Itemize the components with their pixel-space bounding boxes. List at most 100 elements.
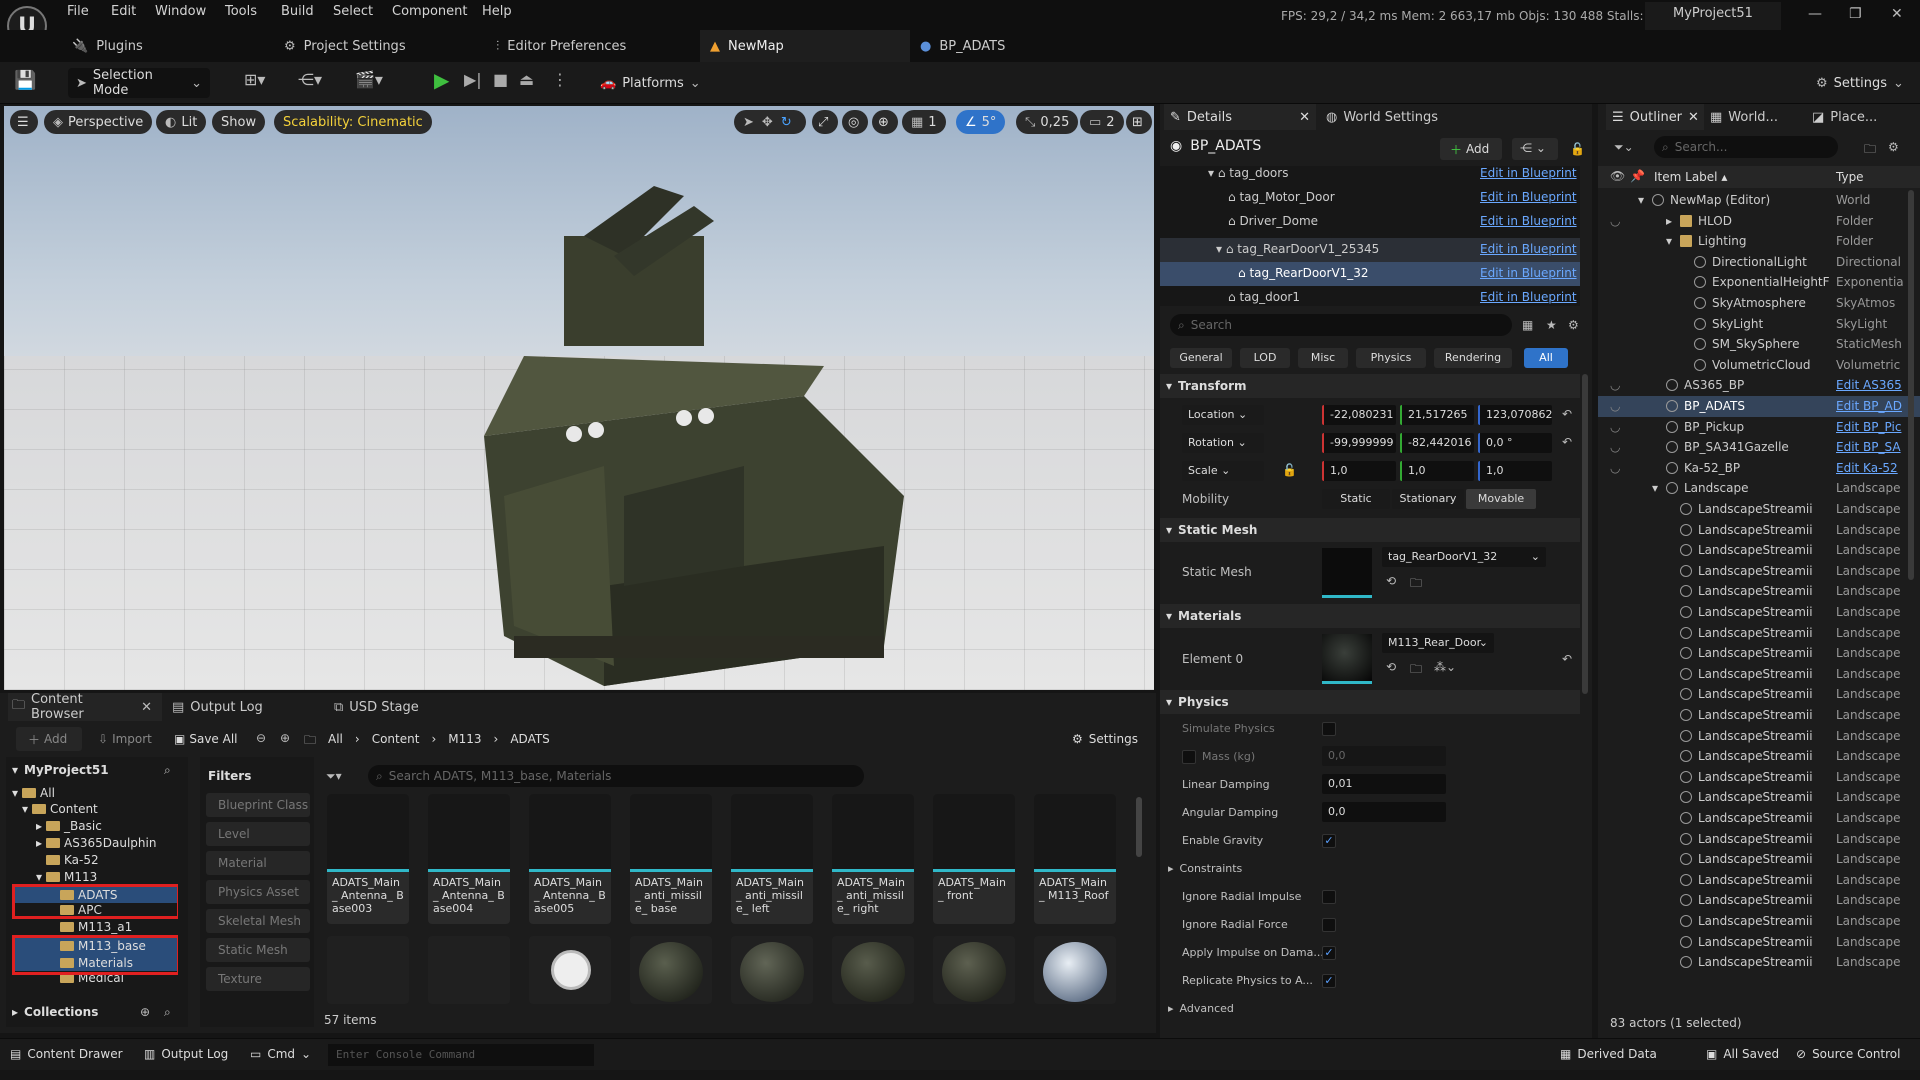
enable-gravity-checkbox[interactable]: ✓: [1322, 834, 1336, 848]
asset-tile[interactable]: ADATS_Main_ Antenna_ Base005: [529, 794, 611, 924]
edit-in-blueprint-link[interactable]: Edit in Blueprint: [1480, 290, 1577, 304]
col-type[interactable]: Type: [1836, 170, 1864, 184]
content-drawer-button[interactable]: ▤ Content Drawer: [10, 1047, 123, 1061]
outliner-row[interactable]: BP_Pickup Edit BP_Pic ◡: [1598, 417, 1920, 438]
tab-editor-preferences[interactable]: ⫶ Editor Preferences: [496, 30, 626, 62]
scale-icon[interactable]: ⤢: [812, 110, 838, 134]
menu-build[interactable]: Build: [281, 4, 314, 19]
outliner-row[interactable]: LandscapeStreamii Landscape: [1598, 746, 1920, 767]
asset-tile[interactable]: ADATS_Main_ front: [933, 794, 1015, 924]
filter-static-mesh[interactable]: Static Mesh: [206, 938, 310, 962]
menu-file[interactable]: File: [67, 4, 89, 19]
source-control-button[interactable]: ⊘ Source Control: [1796, 1047, 1900, 1061]
outliner-row[interactable]: LandscapeStreamii Landscape: [1598, 726, 1920, 747]
material-options-icon[interactable]: ⁂⌄: [1434, 660, 1456, 674]
tree-item-m113[interactable]: ▾ M113: [36, 870, 97, 884]
ignore-radial-force-checkbox[interactable]: [1322, 918, 1336, 932]
tab-plugins[interactable]: 🔌 Plugins: [72, 30, 143, 62]
tab-world-settings[interactable]: ◍ World Settings: [1326, 104, 1438, 130]
toolbar-settings-button[interactable]: ⚙ Settings ⌄: [1808, 68, 1912, 98]
tab-place-actors[interactable]: ◪ Place...: [1812, 104, 1877, 130]
filter-blueprint-class[interactable]: Blueprint Class: [206, 793, 310, 817]
static-mesh-thumbnail[interactable]: [1322, 548, 1372, 598]
location-y-field[interactable]: 21,517265: [1400, 405, 1474, 425]
edit-blueprint-link[interactable]: Edit AS365: [1836, 378, 1904, 392]
visibility-icon[interactable]: ◡: [1610, 399, 1620, 413]
visibility-icon[interactable]: ◡: [1610, 214, 1620, 228]
outliner-row[interactable]: LandscapeStreamii Landscape: [1598, 664, 1920, 685]
tree-item-ka52[interactable]: Ka-52: [46, 853, 99, 867]
collections-header[interactable]: ▸ Collections: [12, 1005, 98, 1019]
forward-icon[interactable]: ⊕: [280, 731, 290, 745]
replicate-physics-checkbox[interactable]: ✓: [1322, 974, 1336, 988]
constraints-row[interactable]: ▸ Constraints: [1168, 862, 1242, 875]
scalability-badge[interactable]: Scalability: Cinematic: [274, 110, 432, 134]
simulate-physics-checkbox[interactable]: [1322, 722, 1336, 736]
scale-dropdown[interactable]: Scale ⌄: [1182, 461, 1264, 481]
close-icon[interactable]: ✕: [1891, 6, 1903, 22]
scale-y-field[interactable]: 1,0: [1400, 461, 1474, 481]
edit-in-blueprint-link[interactable]: Edit in Blueprint: [1480, 266, 1577, 280]
edit-in-blueprint-link[interactable]: Edit in Blueprint: [1480, 190, 1577, 204]
scale-x-field[interactable]: 1,0: [1322, 461, 1396, 481]
reset-icon[interactable]: ↶: [1562, 652, 1572, 666]
breadcrumb-item[interactable]: All: [328, 732, 343, 746]
outliner-row[interactable]: LandscapeStreamii Landscape: [1598, 520, 1920, 541]
play-icon[interactable]: ▶: [434, 68, 449, 92]
close-icon[interactable]: ✕: [1688, 110, 1699, 125]
filter-tab-lod[interactable]: LOD: [1240, 348, 1290, 368]
outliner-row[interactable]: Ka-52_BP Edit Ka-52 ◡: [1598, 458, 1920, 479]
perspective-button[interactable]: ◈ Perspective: [44, 110, 153, 134]
location-dropdown[interactable]: Location ⌄: [1182, 405, 1264, 425]
breadcrumb-item[interactable]: M113: [448, 732, 481, 746]
menu-edit[interactable]: Edit: [111, 4, 136, 19]
outliner-row[interactable]: ▾ Lighting Folder: [1598, 231, 1920, 252]
cb-settings-button[interactable]: ⚙ Settings: [1072, 727, 1138, 751]
static-mesh-picker[interactable]: tag_RearDoorV1_32 ⌄: [1382, 547, 1546, 567]
filter-icon[interactable]: ⏷⌄: [1614, 140, 1634, 155]
cmd-dropdown[interactable]: ▭ Cmd ⌄: [250, 1047, 311, 1061]
asset-scrollbar[interactable]: [1136, 797, 1142, 857]
edit-in-blueprint-link[interactable]: Edit in Blueprint: [1480, 166, 1577, 180]
mass-field[interactable]: 0,0: [1322, 746, 1446, 766]
folder-icon[interactable]: 🗀: [304, 731, 316, 752]
outliner-row[interactable]: LandscapeStreamii Landscape: [1598, 870, 1920, 891]
tree-item-content[interactable]: ▾ Content: [22, 802, 98, 816]
asset-tile[interactable]: [428, 936, 510, 1004]
visibility-icon[interactable]: ◡: [1610, 420, 1620, 434]
outliner-row[interactable]: LandscapeStreamii Landscape: [1598, 499, 1920, 520]
outliner-row[interactable]: LandscapeStreamii Landscape: [1598, 849, 1920, 870]
output-log-button[interactable]: ▥ Output Log: [144, 1047, 228, 1061]
asset-tile[interactable]: [731, 936, 813, 1004]
filter-tab-rendering[interactable]: Rendering: [1434, 348, 1512, 368]
visibility-icon[interactable]: ◡: [1610, 461, 1620, 475]
back-icon[interactable]: ⊖: [256, 731, 266, 745]
tab-details[interactable]: ✎ Details ✕: [1164, 104, 1316, 130]
section-physics[interactable]: ▾ Physics: [1160, 690, 1580, 714]
breadcrumb-item[interactable]: Content: [372, 732, 420, 746]
lock-icon[interactable]: 🔓: [1282, 463, 1297, 477]
component-row[interactable]: ▾ ⌂ tag_RearDoorV1_25345 Edit in Blueprin…: [1160, 238, 1580, 262]
caret-right-icon[interactable]: ▸: [1666, 214, 1672, 228]
outliner-row[interactable]: LandscapeStreamii Landscape: [1598, 808, 1920, 829]
table-icon[interactable]: ▦: [1522, 318, 1533, 332]
outliner-row[interactable]: ▸ HLOD Folder ◡: [1598, 211, 1920, 232]
outliner-row[interactable]: LandscapeStreamii Landscape: [1598, 767, 1920, 788]
tab-usd-stage[interactable]: ⧉ USD Stage: [334, 693, 419, 721]
world-local-icon[interactable]: ⊕: [872, 110, 898, 134]
asset-tile[interactable]: [832, 936, 914, 1004]
outliner-row[interactable]: DirectionalLight Directional: [1598, 252, 1920, 273]
outliner-row[interactable]: LandscapeStreamii Landscape: [1598, 540, 1920, 561]
outliner-scrollbar[interactable]: [1908, 190, 1914, 580]
rotation-z-field[interactable]: 0,0 °: [1478, 433, 1552, 453]
tree-item-as365[interactable]: ▸ AS365Daulphin: [36, 836, 156, 850]
play-options-icon[interactable]: ⋮: [552, 70, 568, 89]
add-collection-icon[interactable]: ⊕: [140, 1005, 150, 1019]
eject-icon[interactable]: ⏏: [519, 70, 534, 89]
menu-help[interactable]: Help: [482, 4, 512, 19]
reset-icon[interactable]: ↶: [1562, 407, 1572, 421]
camera-speed-button[interactable]: ▭ 2: [1080, 110, 1124, 134]
pin-icon[interactable]: 📌: [1630, 169, 1645, 183]
angle-snap-button[interactable]: ∠ 5°: [956, 110, 1006, 134]
asset-tile[interactable]: [933, 936, 1015, 1004]
